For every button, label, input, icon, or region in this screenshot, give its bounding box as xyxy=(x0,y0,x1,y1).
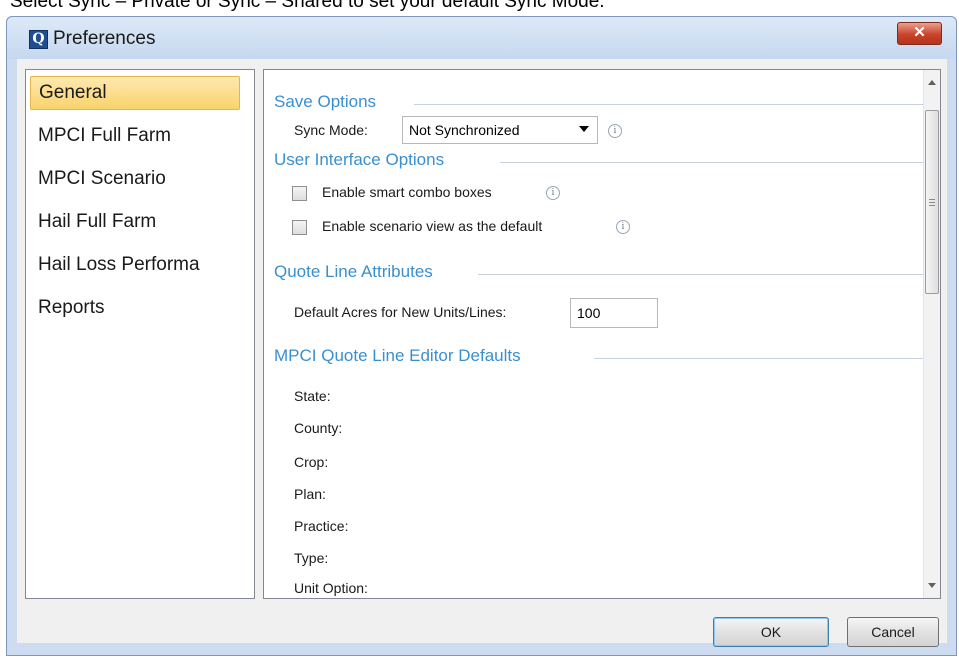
grip-line xyxy=(929,199,935,200)
scenario-view-label: Enable scenario view as the default xyxy=(322,218,543,234)
quote-line-heading: Quote Line Attributes xyxy=(274,262,433,281)
scrollbar-thumb[interactable] xyxy=(925,110,939,294)
nav-item-mpci-full-farm[interactable]: MPCI Full Farm xyxy=(30,119,240,153)
scroll-up-icon[interactable] xyxy=(928,80,936,85)
section-divider xyxy=(414,104,926,105)
settings-panel: Save Options Sync Mode: Not Synchronized… xyxy=(263,69,941,599)
section-divider xyxy=(478,274,926,275)
vertical-scrollbar[interactable] xyxy=(923,70,940,598)
nav-item-mpci-scenario[interactable]: MPCI Scenario xyxy=(30,162,240,196)
nav-item-hail-full-farm[interactable]: Hail Full Farm xyxy=(30,205,240,239)
cancel-button[interactable]: Cancel xyxy=(847,617,939,647)
type-label: Type: xyxy=(294,550,329,566)
smart-combo-checkbox[interactable] xyxy=(292,186,307,201)
info-icon[interactable]: i xyxy=(608,124,622,138)
sync-mode-select[interactable]: Not Synchronized xyxy=(402,116,598,144)
dialog-body: General MPCI Full Farm MPCI Scenario Hai… xyxy=(17,59,947,647)
app-icon: Q xyxy=(29,30,48,49)
info-icon[interactable]: i xyxy=(616,220,630,234)
ok-button[interactable]: OK xyxy=(713,617,829,647)
category-list: General MPCI Full Farm MPCI Scenario Hai… xyxy=(25,69,255,599)
preferences-window: Q Preferences ✕ General MPCI Full Farm M… xyxy=(6,16,957,656)
nav-item-reports[interactable]: Reports xyxy=(30,291,240,325)
save-options-heading: Save Options xyxy=(274,92,377,111)
nav-item-general[interactable]: General xyxy=(30,76,240,110)
mpci-defaults-heading: MPCI Quote Line Editor Defaults xyxy=(274,346,521,365)
section-divider xyxy=(594,358,926,359)
grip-line xyxy=(929,202,935,203)
nav-item-hail-loss-performa[interactable]: Hail Loss Performa xyxy=(30,248,240,282)
crop-label: Crop: xyxy=(294,454,329,470)
sync-mode-label: Sync Mode: xyxy=(294,122,368,138)
scenario-view-checkbox[interactable] xyxy=(292,220,307,235)
close-button[interactable]: ✕ xyxy=(897,22,942,45)
practice-label: Practice: xyxy=(294,518,349,534)
scroll-down-icon[interactable] xyxy=(928,583,936,588)
grip-line xyxy=(929,205,935,206)
plan-label: Plan: xyxy=(294,486,326,502)
unit-option-label: Unit Option: xyxy=(294,580,368,596)
ui-options-heading: User Interface Options xyxy=(274,150,445,169)
sync-mode-value: Not Synchronized xyxy=(409,122,520,138)
section-divider xyxy=(500,162,926,163)
default-acres-input[interactable]: 100 xyxy=(570,298,658,328)
instruction-caption: Select Sync – Private or Sync – Shared t… xyxy=(10,0,605,12)
state-label: State: xyxy=(294,388,331,404)
smart-combo-label: Enable smart combo boxes xyxy=(322,184,492,200)
default-acres-label: Default Acres for New Units/Lines: xyxy=(294,304,507,320)
window-title: Preferences xyxy=(53,28,156,49)
county-label: County: xyxy=(294,420,343,436)
title-bar: Q Preferences ✕ xyxy=(7,17,956,59)
chevron-down-icon xyxy=(579,126,589,132)
info-icon[interactable]: i xyxy=(546,186,560,200)
